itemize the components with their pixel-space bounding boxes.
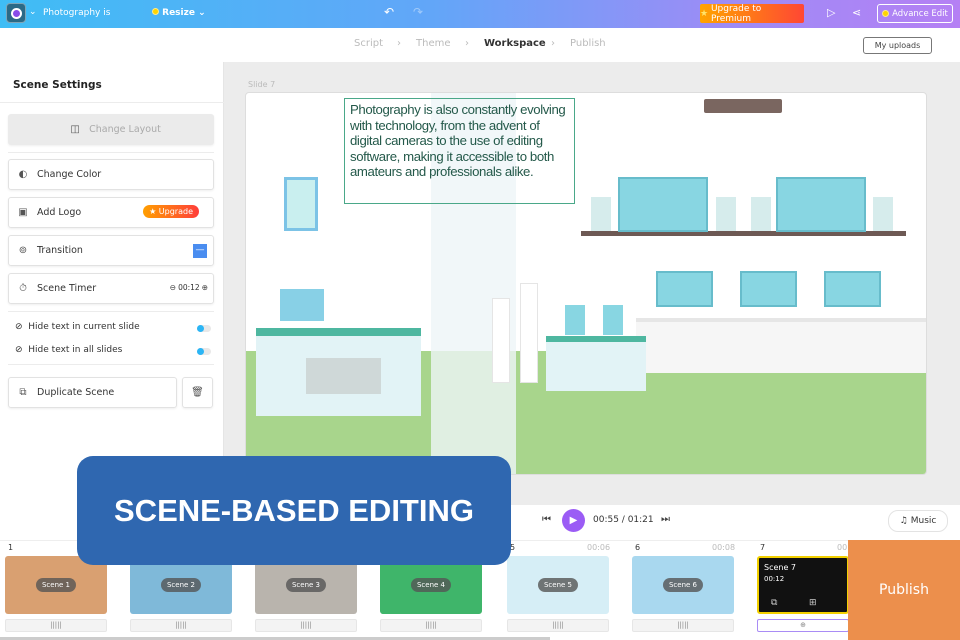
step-publish[interactable]: Publish — [570, 38, 606, 49]
play-button[interactable]: ▶ — [562, 509, 585, 532]
step-workspace[interactable]: Workspace — [484, 38, 546, 49]
skip-back-icon[interactable]: ⏮ — [542, 514, 551, 525]
palette-icon: ◐ — [18, 169, 28, 180]
scene-thumbnail[interactable]: Scene 6 — [632, 556, 734, 614]
grid-icon[interactable]: ⊞ — [809, 598, 817, 608]
transition-icon: ⊚ — [18, 245, 28, 256]
slide-label: Slide 7 — [248, 80, 276, 89]
audio-track[interactable]: ||||| — [632, 619, 734, 632]
timer-increase-icon[interactable]: ⊕ — [202, 283, 208, 292]
hide-text-current-row: ⊘ Hide text in current slide — [15, 322, 215, 332]
logo-icon: ▣ — [18, 207, 28, 218]
resize-button[interactable]: Resize ⌄ — [152, 8, 206, 18]
transition-swatch[interactable]: — — [193, 244, 207, 258]
transition-button[interactable]: ⊚ Transition — — [8, 235, 214, 266]
app-logo[interactable] — [6, 3, 26, 23]
layout-icon: ◫ — [70, 124, 80, 135]
my-uploads-button[interactable]: My uploads — [863, 37, 932, 54]
scene-label: Scene 2 — [160, 578, 202, 592]
share-icon[interactable]: ⋖ — [852, 6, 861, 19]
scene-timer: ⏱ Scene Timer ⊖ 00:12 ⊕ — [8, 273, 214, 304]
timer-decrease-icon[interactable]: ⊖ — [170, 283, 176, 292]
step-theme[interactable]: Theme — [416, 38, 451, 49]
delete-scene-button[interactable]: 🗑 — [182, 377, 213, 408]
stopwatch-icon: ⏱ — [19, 283, 27, 294]
scene-label: Scene 3 — [285, 578, 327, 592]
timer-value: 00:12 — [178, 283, 200, 292]
feature-banner: SCENE-BASED EDITING — [77, 456, 511, 565]
scene-thumbnail[interactable]: Scene 5 — [507, 556, 609, 614]
audio-track[interactable]: ||||| — [507, 619, 609, 632]
chevron-down-icon[interactable]: ⌄ — [29, 7, 37, 17]
publish-button[interactable]: Publish — [848, 540, 960, 640]
scene-label: Scene 5 — [537, 578, 579, 592]
change-layout-button[interactable]: ◫ Change Layout — [8, 114, 214, 145]
upgrade-premium-button[interactable]: ★ Upgrade to Premium — [700, 4, 804, 24]
music-button[interactable]: ♫ Music — [888, 510, 948, 532]
scene-thumbnail[interactable]: Scene 7 00:12 ⧉ ⊞ — [757, 556, 849, 614]
audio-track[interactable]: ||||| — [255, 619, 357, 632]
hide-current-toggle[interactable] — [197, 325, 211, 332]
upgrade-badge[interactable]: ★ Upgrade — [143, 205, 199, 218]
crown-icon — [152, 8, 159, 15]
redo-icon[interactable]: ↷ — [413, 5, 423, 19]
trash-icon: 🗑 — [191, 387, 204, 398]
copy-icon[interactable]: ⧉ — [771, 598, 777, 608]
play-preview-icon[interactable]: ▷ — [827, 6, 835, 19]
wall-frame — [284, 177, 318, 231]
step-nav: Script › Theme › Workspace › Publish — [354, 38, 606, 49]
scene-label: Scene 7 — [764, 563, 797, 572]
audio-track[interactable]: ||||| — [130, 619, 232, 632]
scene-number: 1 — [8, 543, 14, 552]
add-logo-button[interactable]: ▣ Add Logo ★ Upgrade — [8, 197, 214, 228]
scene-number: 7 — [760, 543, 766, 552]
advance-edit-button[interactable]: Advance Edit — [877, 4, 953, 23]
slide-canvas[interactable]: Photography is also constantly evolving … — [245, 92, 927, 475]
scene-duration: 00:08 — [712, 543, 736, 552]
scene-label: Scene 6 — [662, 578, 704, 592]
crown-icon — [882, 10, 890, 17]
skip-forward-icon[interactable]: ⏭ — [661, 514, 670, 525]
eye-off-icon: ⊘ — [15, 322, 23, 332]
scene-number: 6 — [635, 543, 641, 552]
scene-time: 00:12 — [764, 575, 785, 583]
copy-icon: ⧉ — [19, 387, 27, 398]
audio-track[interactable]: ||||| — [380, 619, 482, 632]
undo-icon[interactable]: ↶ — [384, 5, 394, 19]
reception-desk — [256, 328, 421, 416]
project-title[interactable]: Photography is — [43, 8, 110, 18]
change-color-button[interactable]: ◐ Change Color — [8, 159, 214, 190]
scene-duration: 00 — [837, 543, 848, 552]
audio-track[interactable]: ||||| — [5, 619, 107, 632]
top-bar: ⌄ Photography is Resize ⌄ ↶ ↷ ★ Upgrade … — [0, 0, 960, 28]
playback-time: 00:55 / 01:21 — [593, 515, 654, 525]
scene-label: Scene 1 — [35, 578, 77, 592]
slide-text-box[interactable]: Photography is also constantly evolving … — [344, 98, 575, 204]
add-audio-button[interactable]: ⊕ — [757, 619, 849, 632]
panel-title: Scene Settings — [13, 79, 102, 91]
scene-label: Scene 4 — [410, 578, 452, 592]
duplicate-scene-button[interactable]: ⧉ Duplicate Scene — [8, 377, 177, 408]
step-script[interactable]: Script — [354, 38, 383, 49]
hide-all-toggle[interactable] — [197, 348, 211, 355]
music-note-icon: ♫ — [899, 516, 908, 526]
hide-text-all-row: ⊘ Hide text in all slides — [15, 345, 215, 355]
scene-duration: 00:06 — [587, 543, 611, 552]
eye-off-icon: ⊘ — [15, 345, 23, 355]
